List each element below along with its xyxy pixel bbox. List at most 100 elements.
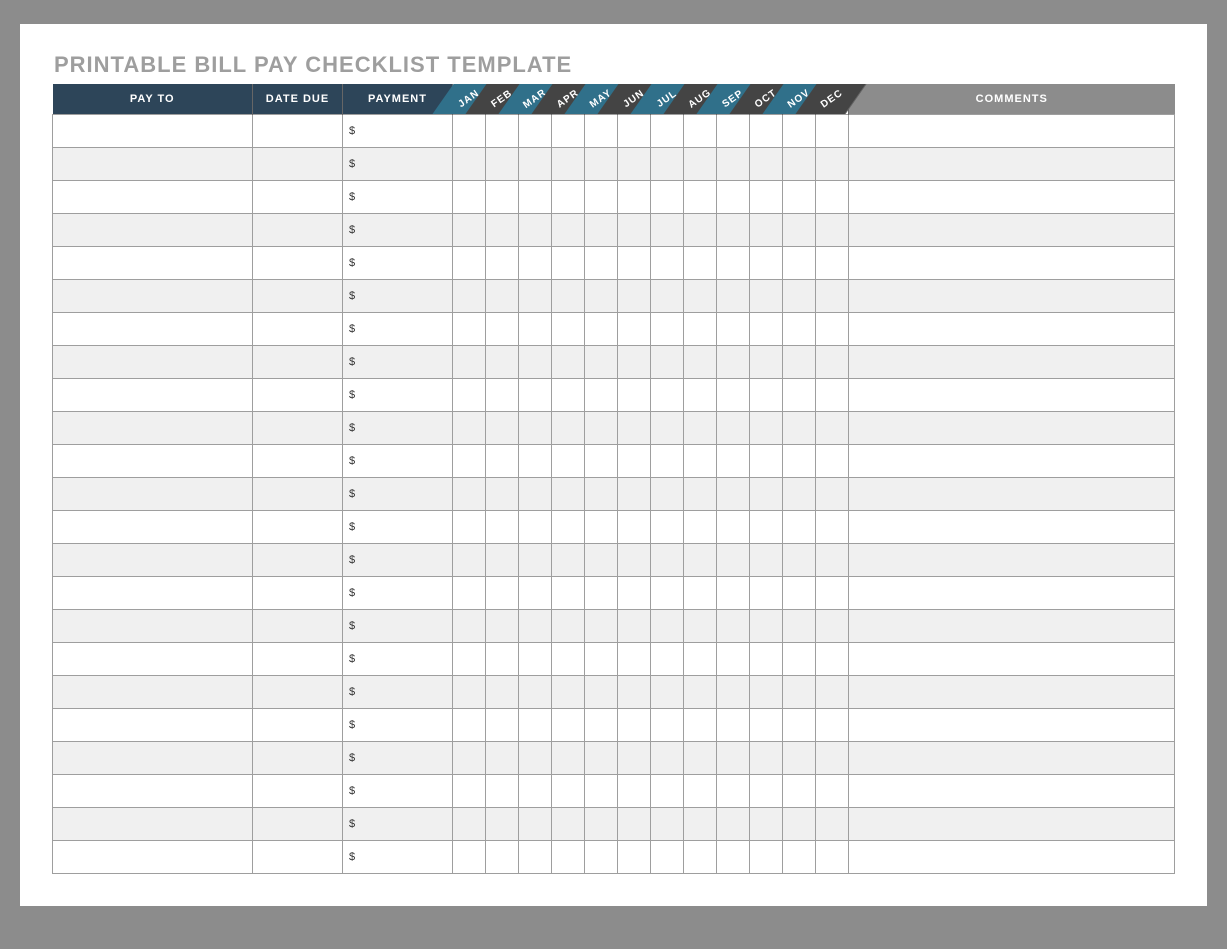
cell-month-check[interactable] bbox=[486, 676, 519, 709]
cell-month-check[interactable] bbox=[618, 478, 651, 511]
cell-month-check[interactable] bbox=[717, 280, 750, 313]
cell-date-due[interactable] bbox=[253, 247, 343, 280]
cell-month-check[interactable] bbox=[486, 313, 519, 346]
cell-month-check[interactable] bbox=[486, 511, 519, 544]
cell-month-check[interactable] bbox=[816, 148, 849, 181]
cell-date-due[interactable] bbox=[253, 214, 343, 247]
cell-pay-to[interactable] bbox=[53, 445, 253, 478]
cell-payment[interactable]: $ bbox=[343, 544, 453, 577]
cell-comments[interactable] bbox=[849, 148, 1175, 181]
cell-month-check[interactable] bbox=[816, 808, 849, 841]
cell-month-check[interactable] bbox=[618, 214, 651, 247]
cell-payment[interactable]: $ bbox=[343, 412, 453, 445]
cell-month-check[interactable] bbox=[750, 511, 783, 544]
cell-month-check[interactable] bbox=[585, 214, 618, 247]
cell-month-check[interactable] bbox=[684, 808, 717, 841]
cell-pay-to[interactable] bbox=[53, 280, 253, 313]
cell-month-check[interactable] bbox=[519, 148, 552, 181]
cell-date-due[interactable] bbox=[253, 775, 343, 808]
cell-month-check[interactable] bbox=[816, 214, 849, 247]
cell-month-check[interactable] bbox=[453, 412, 486, 445]
cell-date-due[interactable] bbox=[253, 445, 343, 478]
cell-pay-to[interactable] bbox=[53, 346, 253, 379]
cell-month-check[interactable] bbox=[486, 247, 519, 280]
cell-month-check[interactable] bbox=[816, 841, 849, 874]
cell-month-check[interactable] bbox=[750, 379, 783, 412]
cell-month-check[interactable] bbox=[684, 412, 717, 445]
cell-pay-to[interactable] bbox=[53, 478, 253, 511]
cell-month-check[interactable] bbox=[684, 544, 717, 577]
cell-month-check[interactable] bbox=[486, 709, 519, 742]
cell-month-check[interactable] bbox=[453, 214, 486, 247]
cell-month-check[interactable] bbox=[816, 577, 849, 610]
cell-payment[interactable]: $ bbox=[343, 775, 453, 808]
cell-month-check[interactable] bbox=[453, 313, 486, 346]
cell-month-check[interactable] bbox=[585, 445, 618, 478]
cell-month-check[interactable] bbox=[519, 115, 552, 148]
cell-month-check[interactable] bbox=[816, 313, 849, 346]
cell-date-due[interactable] bbox=[253, 412, 343, 445]
cell-month-check[interactable] bbox=[750, 577, 783, 610]
cell-month-check[interactable] bbox=[816, 115, 849, 148]
cell-month-check[interactable] bbox=[552, 280, 585, 313]
cell-month-check[interactable] bbox=[684, 643, 717, 676]
cell-month-check[interactable] bbox=[453, 808, 486, 841]
cell-month-check[interactable] bbox=[717, 379, 750, 412]
cell-month-check[interactable] bbox=[717, 742, 750, 775]
cell-date-due[interactable] bbox=[253, 841, 343, 874]
cell-month-check[interactable] bbox=[519, 775, 552, 808]
cell-month-check[interactable] bbox=[618, 115, 651, 148]
cell-month-check[interactable] bbox=[486, 181, 519, 214]
cell-month-check[interactable] bbox=[585, 478, 618, 511]
cell-month-check[interactable] bbox=[750, 610, 783, 643]
cell-month-check[interactable] bbox=[684, 148, 717, 181]
cell-month-check[interactable] bbox=[783, 148, 816, 181]
cell-month-check[interactable] bbox=[552, 115, 585, 148]
cell-payment[interactable]: $ bbox=[343, 808, 453, 841]
cell-month-check[interactable] bbox=[717, 643, 750, 676]
cell-month-check[interactable] bbox=[783, 511, 816, 544]
cell-month-check[interactable] bbox=[783, 280, 816, 313]
cell-month-check[interactable] bbox=[552, 544, 585, 577]
cell-month-check[interactable] bbox=[486, 577, 519, 610]
cell-month-check[interactable] bbox=[816, 379, 849, 412]
cell-month-check[interactable] bbox=[552, 643, 585, 676]
cell-month-check[interactable] bbox=[684, 577, 717, 610]
cell-month-check[interactable] bbox=[651, 742, 684, 775]
cell-month-check[interactable] bbox=[816, 676, 849, 709]
cell-payment[interactable]: $ bbox=[343, 214, 453, 247]
cell-month-check[interactable] bbox=[717, 115, 750, 148]
cell-month-check[interactable] bbox=[684, 313, 717, 346]
cell-month-check[interactable] bbox=[816, 412, 849, 445]
cell-date-due[interactable] bbox=[253, 610, 343, 643]
cell-comments[interactable] bbox=[849, 247, 1175, 280]
cell-month-check[interactable] bbox=[651, 115, 684, 148]
cell-month-check[interactable] bbox=[783, 478, 816, 511]
cell-month-check[interactable] bbox=[783, 577, 816, 610]
cell-month-check[interactable] bbox=[486, 346, 519, 379]
cell-month-check[interactable] bbox=[717, 511, 750, 544]
cell-month-check[interactable] bbox=[519, 676, 552, 709]
cell-month-check[interactable] bbox=[717, 346, 750, 379]
cell-month-check[interactable] bbox=[684, 115, 717, 148]
cell-month-check[interactable] bbox=[618, 841, 651, 874]
cell-month-check[interactable] bbox=[717, 478, 750, 511]
cell-month-check[interactable] bbox=[486, 379, 519, 412]
cell-month-check[interactable] bbox=[783, 544, 816, 577]
cell-month-check[interactable] bbox=[453, 742, 486, 775]
cell-comments[interactable] bbox=[849, 412, 1175, 445]
cell-pay-to[interactable] bbox=[53, 214, 253, 247]
cell-month-check[interactable] bbox=[486, 412, 519, 445]
cell-date-due[interactable] bbox=[253, 478, 343, 511]
cell-month-check[interactable] bbox=[486, 808, 519, 841]
cell-month-check[interactable] bbox=[453, 148, 486, 181]
cell-month-check[interactable] bbox=[783, 775, 816, 808]
cell-month-check[interactable] bbox=[618, 379, 651, 412]
cell-comments[interactable] bbox=[849, 445, 1175, 478]
cell-month-check[interactable] bbox=[684, 775, 717, 808]
cell-payment[interactable]: $ bbox=[343, 445, 453, 478]
cell-month-check[interactable] bbox=[552, 379, 585, 412]
cell-month-check[interactable] bbox=[486, 841, 519, 874]
cell-month-check[interactable] bbox=[717, 610, 750, 643]
cell-month-check[interactable] bbox=[618, 643, 651, 676]
